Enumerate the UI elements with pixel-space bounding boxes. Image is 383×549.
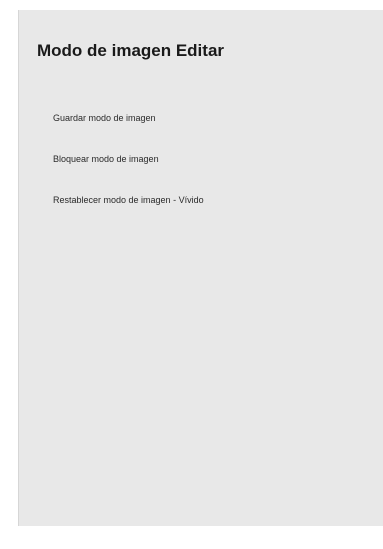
- reset-picture-mode-item[interactable]: Restablecer modo de imagen - Vívido: [49, 190, 208, 211]
- picture-mode-edit-panel: Modo de imagen Editar Guardar modo de im…: [18, 10, 383, 526]
- panel-title: Modo de imagen Editar: [37, 41, 225, 60]
- save-picture-mode-item[interactable]: Guardar modo de imagen: [49, 108, 208, 129]
- picture-mode-menu: Guardar modo de imagen Bloquear modo de …: [49, 108, 208, 231]
- lock-picture-mode-item[interactable]: Bloquear modo de imagen: [49, 149, 208, 170]
